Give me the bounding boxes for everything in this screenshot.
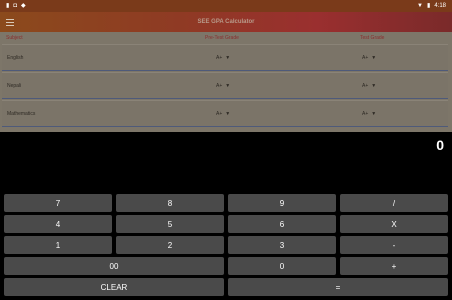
pre-grade-dropdown[interactable]: A+ ▼ [216, 55, 230, 61]
calculator-screen: ▮ ◘ ◆ ▼ ▮ 4:18 SEE GPA Calculator Subjec… [0, 0, 452, 300]
menu-icon[interactable] [6, 18, 14, 26]
status-left-icons: ▮ ◘ ◆ [6, 3, 26, 9]
key-6[interactable]: 6 [228, 215, 336, 233]
subject-label: English [7, 54, 24, 61]
test-grade-dropdown[interactable]: A+ ▼ [362, 111, 376, 117]
table-row: Nepali A+ ▼ A+ ▼ [2, 72, 448, 99]
key-multiply[interactable]: X [340, 215, 448, 233]
dropdown-caret-icon: ▼ [371, 82, 377, 89]
key-0[interactable]: 0 [228, 257, 336, 275]
key-2[interactable]: 2 [116, 236, 224, 254]
dropdown-caret-icon: ▼ [371, 54, 377, 61]
test-grade-value: A+ [362, 54, 369, 61]
test-grade-dropdown[interactable]: A+ ▼ [362, 83, 376, 89]
key-3[interactable]: 3 [228, 236, 336, 254]
key-7[interactable]: 7 [4, 194, 112, 212]
key-plus[interactable]: + [340, 257, 448, 275]
subject-label: Nepali [7, 82, 22, 89]
notification-icon: ◘ [13, 3, 17, 9]
status-time: 4:18 [434, 3, 446, 9]
key-9[interactable]: 9 [228, 194, 336, 212]
shield-icon: ◆ [20, 3, 26, 9]
dropdown-caret-icon: ▼ [225, 110, 231, 117]
header-subject: Subject [6, 34, 23, 41]
test-grade-value: A+ [362, 82, 369, 89]
key-divide[interactable]: / [340, 194, 448, 212]
dropdown-caret-icon: ▼ [225, 54, 231, 61]
subject-label: Mathematics [7, 110, 36, 117]
grade-table: Subject Pre-Test Grade Test Grade Englis… [0, 32, 452, 132]
key-4[interactable]: 4 [4, 215, 112, 233]
header-test-grade: Test Grade [360, 34, 385, 41]
pre-grade-value: A+ [216, 54, 223, 61]
app-title: SEE GPA Calculator [197, 19, 255, 25]
key-8[interactable]: 8 [116, 194, 224, 212]
key-double-zero[interactable]: 00 [4, 257, 224, 275]
clear-button[interactable]: CLEAR [4, 278, 224, 296]
header-pre-test-grade: Pre-Test Grade [205, 34, 239, 41]
sd-card-icon: ▮ [6, 3, 10, 9]
pre-grade-value: A+ [216, 110, 223, 117]
dropdown-caret-icon: ▼ [225, 82, 231, 89]
dropdown-caret-icon: ▼ [371, 110, 377, 117]
app-bar: SEE GPA Calculator [0, 12, 452, 32]
test-grade-dropdown[interactable]: A+ ▼ [362, 55, 376, 61]
keypad: 7 8 9 / 4 5 6 X 1 2 3 - 00 0 + CLEAR = [4, 194, 448, 296]
key-5[interactable]: 5 [116, 215, 224, 233]
test-grade-value: A+ [362, 110, 369, 117]
pre-grade-dropdown[interactable]: A+ ▼ [216, 83, 230, 89]
result-display: 0 [436, 137, 444, 153]
battery-icon: ▮ [427, 3, 431, 9]
table-header: Subject Pre-Test Grade Test Grade [0, 32, 452, 43]
pre-grade-value: A+ [216, 82, 223, 89]
pre-grade-dropdown[interactable]: A+ ▼ [216, 111, 230, 117]
wifi-icon: ▼ [417, 3, 423, 9]
table-row: English A+ ▼ A+ ▼ [2, 44, 448, 71]
status-right-icons: ▼ ▮ 4:18 [417, 3, 446, 9]
key-minus[interactable]: - [340, 236, 448, 254]
table-row: Mathematics A+ ▼ A+ ▼ [2, 100, 448, 127]
key-1[interactable]: 1 [4, 236, 112, 254]
status-bar: ▮ ◘ ◆ ▼ ▮ 4:18 [0, 0, 452, 12]
equals-button[interactable]: = [228, 278, 448, 296]
